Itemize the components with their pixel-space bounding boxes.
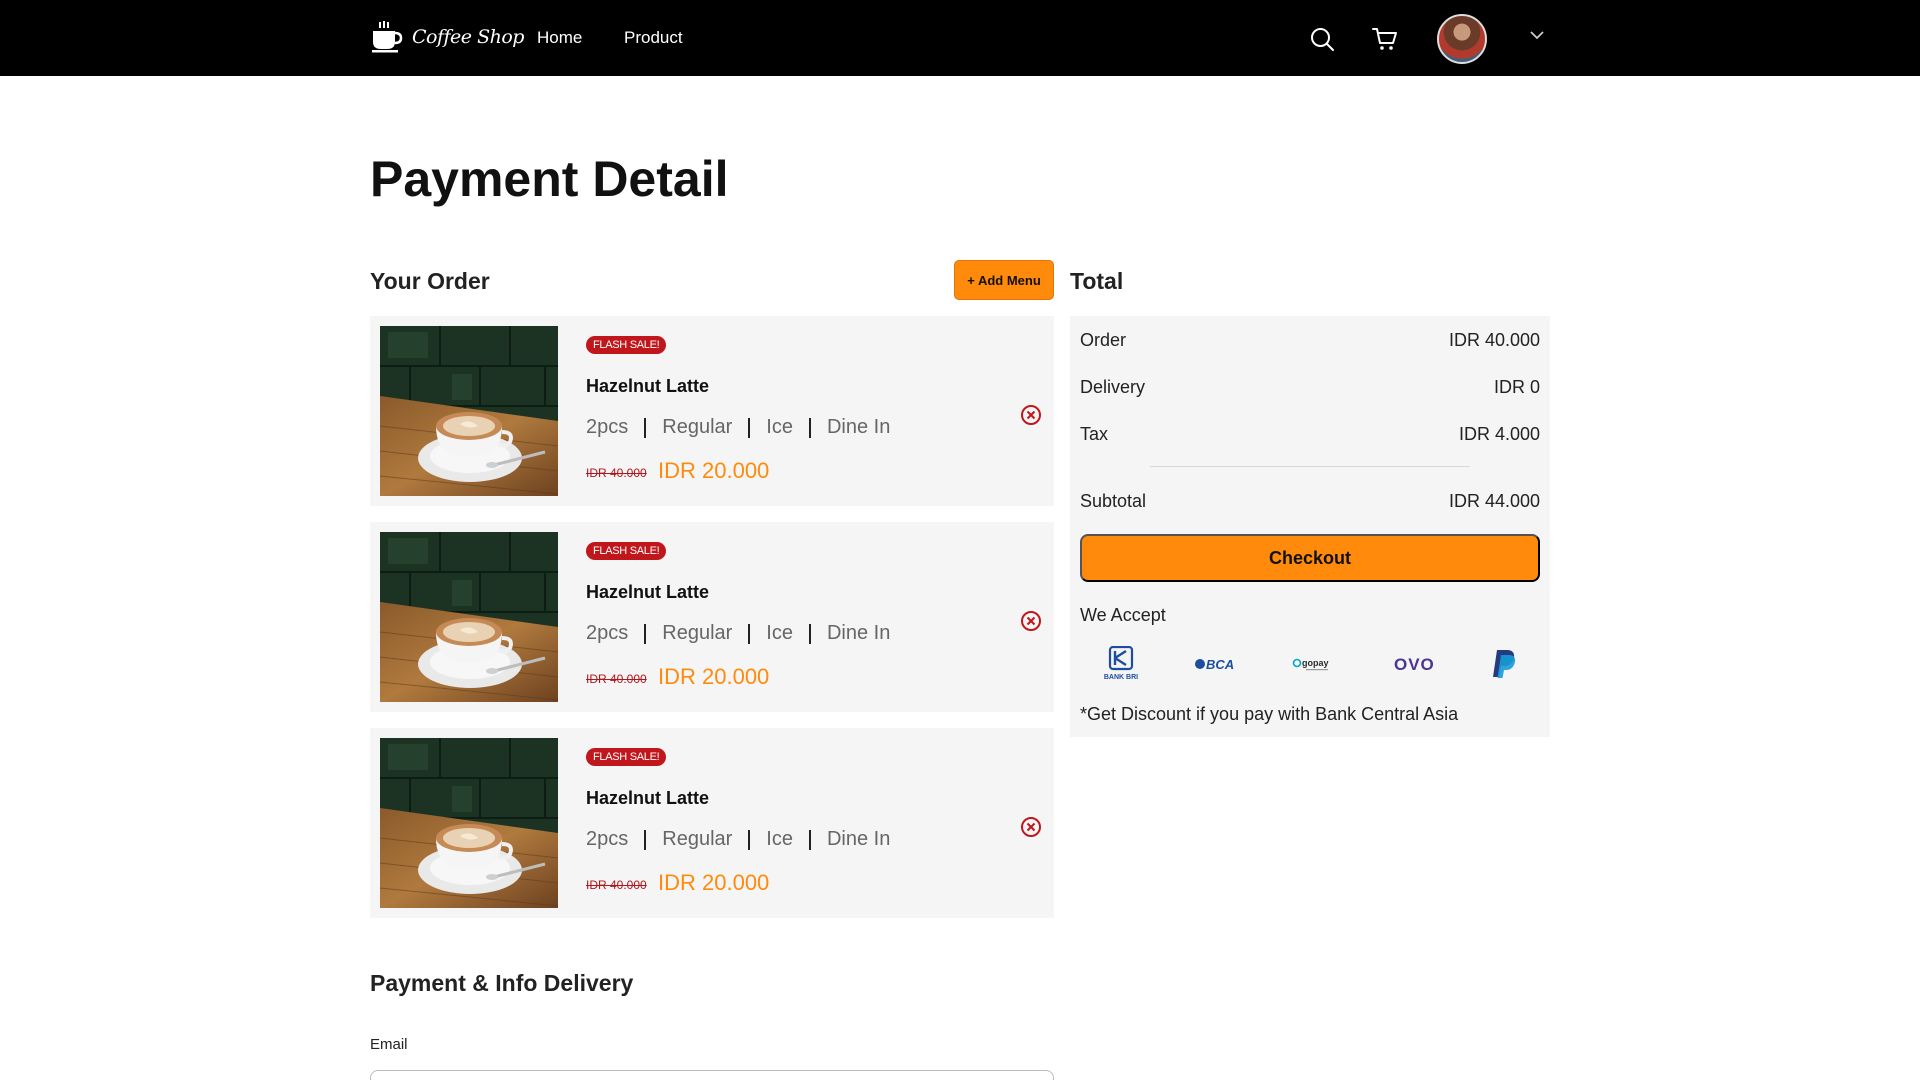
bca-logo-text: BCA <box>1206 657 1234 672</box>
item-options: 2pcs Regular Ice Dine In <box>586 622 890 645</box>
option-separator <box>808 829 811 850</box>
item-options: 2pcs Regular Ice Dine In <box>586 828 890 851</box>
remove-item-icon[interactable] <box>1020 610 1042 632</box>
chevron-down-icon[interactable] <box>1528 26 1546 44</box>
item-price: IDR 20.000 <box>658 458 770 483</box>
item-price: IDR 20.000 <box>658 664 770 689</box>
nav-home-link[interactable]: Home <box>537 28 582 48</box>
order-item: FLASH SALE! Hazelnut Latte 2pcs Regular … <box>370 522 1054 712</box>
order-item: FLASH SALE! Hazelnut Latte 2pcs Regular … <box>370 728 1054 918</box>
product-image <box>380 738 558 908</box>
option-separator <box>748 417 751 438</box>
coffee-cup-icon <box>372 21 403 53</box>
we-accept-label: We Accept <box>1080 605 1166 625</box>
email-field[interactable] <box>370 1070 1054 1080</box>
item-old-price: IDR 40.000 <box>586 466 647 480</box>
option-separator <box>748 623 751 644</box>
flash-sale-badge: FLASH SALE! <box>586 748 667 766</box>
item-size: Regular <box>662 828 733 850</box>
user-avatar[interactable] <box>1437 14 1487 64</box>
item-size: Regular <box>662 622 733 644</box>
order-item: FLASH SALE! Hazelnut Latte 2pcs Regular … <box>370 316 1054 506</box>
item-service: Dine In <box>826 416 891 438</box>
option-separator <box>644 417 647 438</box>
payment-methods: BANK BRI BCA gopay OVO <box>1100 646 1520 682</box>
total-row-order: Order IDR 40.000 <box>1080 330 1540 351</box>
page-title: Payment Detail <box>370 151 729 207</box>
remove-item-icon[interactable] <box>1020 816 1042 838</box>
item-qty: 2pcs <box>586 622 629 644</box>
total-row-tax: Tax IDR 4.000 <box>1080 424 1540 445</box>
nav-product-link[interactable]: Product <box>624 28 683 48</box>
item-qty: 2pcs <box>586 416 629 438</box>
remove-item-icon[interactable] <box>1020 404 1042 426</box>
option-separator <box>748 829 751 850</box>
total-divider <box>1150 466 1470 467</box>
total-row-label: Order <box>1080 330 1127 350</box>
subtotal-value: IDR 44.000 <box>1448 491 1540 511</box>
brand-logo[interactable]: Coffee Shop <box>370 20 524 54</box>
navbar: Coffee Shop Home Product <box>0 0 1920 76</box>
total-row-value: IDR 0 <box>1493 377 1540 397</box>
ovo-logo: OVO <box>1390 646 1436 682</box>
total-panel: Order IDR 40.000 Delivery IDR 0 Tax IDR … <box>1070 316 1550 737</box>
item-service: Dine In <box>826 622 891 644</box>
total-heading: Total <box>1070 268 1124 294</box>
option-separator <box>644 623 647 644</box>
total-row-label: Tax <box>1080 424 1109 444</box>
paypal-logo <box>1488 646 1520 682</box>
item-temp: Ice <box>766 622 793 644</box>
payment-info-heading: Payment & Info Delivery <box>370 970 634 996</box>
search-icon[interactable] <box>1309 26 1335 52</box>
item-name: Hazelnut Latte <box>586 788 710 808</box>
discount-note: *Get Discount if you pay with Bank Centr… <box>1080 704 1459 724</box>
option-separator <box>808 623 811 644</box>
bri-logo-text: BANK BRI <box>1104 674 1138 681</box>
item-temp: Ice <box>766 416 793 438</box>
item-old-price: IDR 40.000 <box>586 672 647 686</box>
total-row-delivery: Delivery IDR 0 <box>1080 377 1540 398</box>
gopay-logo-text: gopay <box>1302 658 1329 668</box>
item-name: Hazelnut Latte <box>586 582 710 602</box>
your-order-heading: Your Order <box>370 268 490 294</box>
flash-sale-badge: FLASH SALE! <box>586 542 667 560</box>
total-row-subtotal: Subtotal IDR 44.000 <box>1080 491 1540 512</box>
total-row-value: IDR 4.000 <box>1458 424 1540 444</box>
item-service: Dine In <box>826 828 891 850</box>
add-menu-button[interactable]: + Add Menu <box>954 260 1054 300</box>
bca-logo: BCA <box>1194 646 1240 682</box>
option-separator <box>644 829 647 850</box>
item-price: IDR 20.000 <box>658 870 770 895</box>
item-size: Regular <box>662 416 733 438</box>
flash-sale-badge: FLASH SALE! <box>586 336 667 354</box>
product-image <box>380 532 558 702</box>
option-separator <box>808 417 811 438</box>
total-row-value: IDR 40.000 <box>1448 330 1540 350</box>
cart-icon[interactable] <box>1372 26 1398 52</box>
item-name: Hazelnut Latte <box>586 376 710 396</box>
item-temp: Ice <box>766 828 793 850</box>
email-label: Email <box>370 1036 408 1053</box>
item-options: 2pcs Regular Ice Dine In <box>586 416 890 439</box>
item-qty: 2pcs <box>586 828 629 850</box>
subtotal-label: Subtotal <box>1080 491 1147 511</box>
bri-logo: BANK BRI <box>1100 646 1142 682</box>
item-old-price: IDR 40.000 <box>586 878 647 892</box>
total-row-label: Delivery <box>1080 377 1146 397</box>
checkout-button[interactable]: Checkout <box>1080 534 1540 582</box>
gopay-logo: gopay <box>1292 646 1338 682</box>
brand-name: Coffee Shop <box>412 26 524 48</box>
ovo-logo-text: OVO <box>1394 655 1435 674</box>
product-image <box>380 326 558 496</box>
